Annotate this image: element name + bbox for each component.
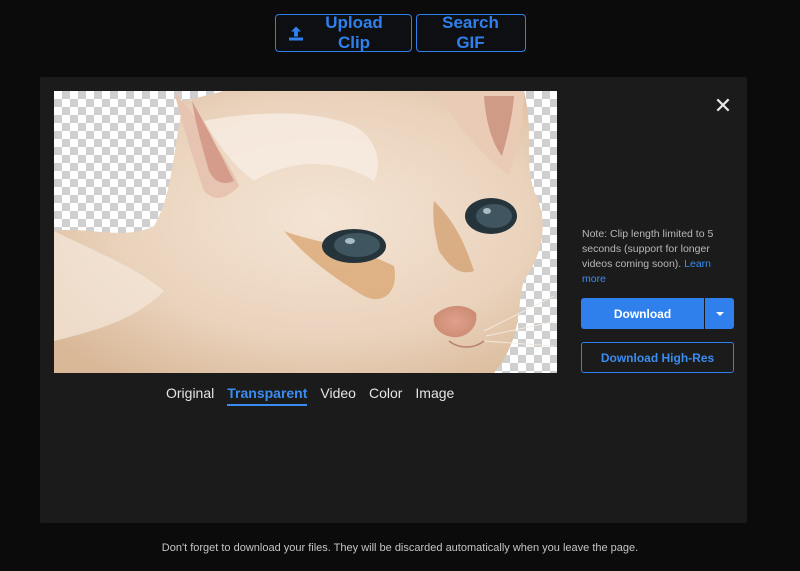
upload-clip-label: Upload Clip: [325, 13, 383, 52]
download-options-dropdown[interactable]: [705, 298, 734, 329]
result-panel: ✕ Note: Clip length limited to 5 seconds…: [40, 77, 747, 523]
tab-transparent[interactable]: Transparent: [227, 385, 308, 406]
search-gif-label: Search GIF: [442, 13, 499, 52]
cat-cutout-image: [54, 91, 557, 373]
discard-warning: Don't forget to download your files. The…: [161, 542, 639, 554]
upload-icon: [288, 25, 303, 41]
clip-length-note: Note: Clip length limited to 5 seconds (…: [582, 227, 732, 287]
view-tabs: Original Transparent Video Color Image: [166, 385, 454, 406]
download-button[interactable]: Download: [581, 298, 704, 329]
upload-clip-button[interactable]: Upload Clip: [274, 13, 412, 52]
caret-down-icon: [715, 311, 724, 316]
tab-color[interactable]: Color: [369, 385, 402, 406]
top-toolbar: Upload Clip Search GIF: [0, 13, 800, 52]
search-gif-button[interactable]: Search GIF: [415, 13, 526, 52]
cat-image-art: [54, 91, 557, 373]
close-icon[interactable]: ✕: [712, 94, 734, 119]
tab-image[interactable]: Image: [415, 385, 454, 406]
tab-video[interactable]: Video: [320, 385, 356, 406]
download-high-res-button[interactable]: Download High-Res: [581, 342, 734, 373]
download-button-group: Download: [581, 298, 734, 329]
tab-original[interactable]: Original: [166, 385, 214, 406]
